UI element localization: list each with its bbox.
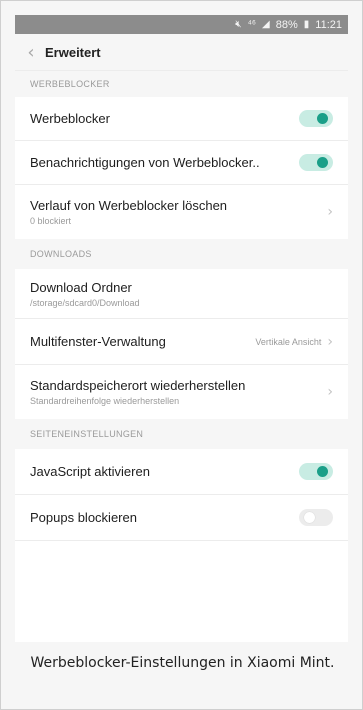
page-title: Erweitert: [45, 44, 101, 60]
adblock-clear-history-row[interactable]: Verlauf von Werbeblocker löschen 0 block…: [15, 185, 348, 239]
download-folder-label: Download Ordner: [30, 279, 132, 295]
adblock-clear-history-sub: 0 blockiert: [30, 216, 72, 226]
app-bar: ‹ Erweitert: [15, 34, 348, 71]
chevron-right-icon: ›: [327, 333, 333, 350]
back-chevron-icon[interactable]: ‹: [17, 42, 45, 63]
section-header-downloads: DOWNLOADS: [15, 239, 348, 269]
status-bar: 🔇︎ ⁴⁶ ◢ 88% ▮ 11:21: [15, 15, 348, 34]
adblock-notifications-toggle[interactable]: [299, 154, 333, 171]
chevron-right-icon: ›: [327, 384, 333, 400]
toggle-knob: [317, 157, 328, 168]
download-folder-path: /storage/sdcard0/Download: [30, 297, 140, 308]
adblock-notifications-row[interactable]: Benachrichtigungen von Werbeblocker..: [15, 141, 348, 185]
restore-default-location-sub: Standardreihenfolge wiederherstellen: [30, 396, 180, 406]
network-type: ⁴⁶: [247, 19, 257, 30]
toggle-knob: [304, 512, 315, 523]
multiwindow-label: Multifenster-Verwaltung: [30, 334, 166, 349]
multiwindow-row[interactable]: Multifenster-Verwaltung Vertikale Ansich…: [15, 319, 348, 365]
download-folder-row[interactable]: Download Ordner /storage/sdcard0/Downloa…: [15, 269, 348, 319]
signal-icon: ◢: [262, 19, 270, 30]
figure-caption: Werbeblocker-Einstellungen in Xiaomi Min…: [30, 655, 335, 671]
figure-frame: 🔇︎ ⁴⁶ ◢ 88% ▮ 11:21 ‹ Erweitert WERBEBLO…: [0, 0, 363, 710]
adblock-notifications-label: Benachrichtigungen von Werbeblocker..: [30, 155, 260, 170]
javascript-toggle[interactable]: [299, 463, 333, 480]
chevron-right-icon: ›: [327, 204, 333, 220]
mute-icon: 🔇︎: [235, 19, 242, 30]
popups-label: Popups blockieren: [30, 510, 137, 525]
toggle-knob: [317, 466, 328, 477]
adblock-label: Werbeblocker: [30, 111, 110, 126]
restore-default-location-row[interactable]: Standardspeicherort wiederherstellen Sta…: [15, 365, 348, 419]
battery-icon: ▮: [303, 19, 310, 30]
popups-row[interactable]: Popups blockieren: [15, 495, 348, 541]
javascript-label: JavaScript aktivieren: [30, 464, 150, 479]
adblock-toggle[interactable]: [299, 110, 333, 127]
phone-screen: 🔇︎ ⁴⁶ ◢ 88% ▮ 11:21 ‹ Erweitert WERBEBLO…: [15, 15, 348, 642]
clock: 11:21: [315, 18, 342, 31]
adblock-row[interactable]: Werbeblocker: [15, 97, 348, 141]
popups-toggle[interactable]: [299, 509, 333, 526]
section-header-werbeblocker: WERBEBLOCKER: [15, 71, 348, 97]
section-header-page-settings: SEITENEINSTELLUNGEN: [15, 419, 348, 449]
multiwindow-value: Vertikale Ansicht: [255, 336, 322, 347]
battery-percent: 88%: [275, 18, 298, 31]
restore-default-location-label: Standardspeicherort wiederherstellen: [30, 378, 246, 393]
adblock-clear-history-label: Verlauf von Werbeblocker löschen: [30, 198, 228, 213]
toggle-knob: [317, 113, 328, 124]
javascript-row[interactable]: JavaScript aktivieren: [15, 449, 348, 495]
